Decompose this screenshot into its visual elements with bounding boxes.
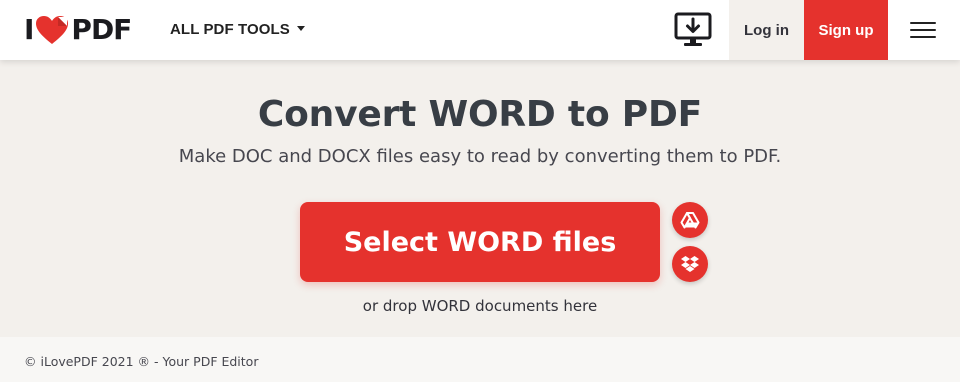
page-title: Convert WORD to PDF [257, 94, 703, 135]
hamburger-line [910, 29, 936, 31]
dropbox-button[interactable] [672, 246, 708, 282]
google-drive-icon [680, 212, 700, 229]
google-drive-button[interactable] [672, 202, 708, 238]
select-files-button[interactable]: Select WORD files [300, 202, 660, 282]
main-content: Convert WORD to PDF Make DOC and DOCX fi… [0, 60, 960, 337]
page-subtitle: Make DOC and DOCX files easy to read by … [178, 146, 782, 167]
footer: © iLovePDF 2021 ® - Your PDF Editor [0, 337, 960, 382]
drop-files-hint: or drop WORD documents here [362, 297, 598, 315]
logo-suffix: PDF [71, 13, 132, 46]
caret-down-icon [296, 25, 305, 31]
all-pdf-tools-menu[interactable]: ALL PDF TOOLS [170, 21, 305, 38]
hamburger-line [910, 36, 936, 38]
all-pdf-tools-label: ALL PDF TOOLS [170, 21, 290, 38]
logo-prefix: I [24, 13, 34, 46]
copyright-text: © iLovePDF 2021 ® - Your PDF Editor [24, 354, 259, 369]
desktop-download-icon[interactable] [674, 12, 712, 48]
hamburger-menu-icon[interactable] [910, 20, 936, 40]
top-header: I PDF ALL PDF TOOLS Log in Sign up [0, 0, 960, 60]
signup-button[interactable]: Sign up [804, 0, 888, 60]
ilovepdf-logo[interactable]: I PDF [24, 13, 132, 47]
hamburger-line [910, 22, 936, 24]
login-button[interactable]: Log in [729, 0, 804, 60]
dropbox-icon [681, 256, 699, 272]
heart-icon [34, 14, 70, 46]
